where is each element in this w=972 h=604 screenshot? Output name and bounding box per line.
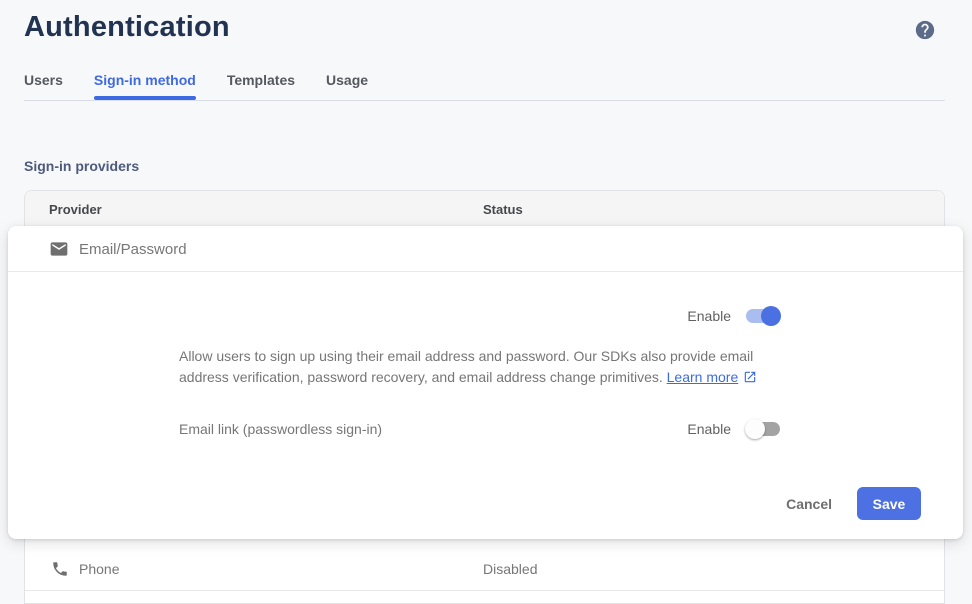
learn-more-link[interactable]: Learn more <box>667 369 739 385</box>
table-row-phone[interactable]: Phone Disabled <box>25 547 944 591</box>
help-button[interactable] <box>914 19 936 41</box>
tab-templates[interactable]: Templates <box>227 70 295 100</box>
tab-templates-label: Templates <box>227 72 295 88</box>
cancel-button[interactable]: Cancel <box>786 487 832 520</box>
phone-icon <box>51 560 69 583</box>
provider-name-phone: Phone <box>79 561 119 577</box>
tab-users-label: Users <box>24 72 63 88</box>
tabs-divider <box>24 100 945 101</box>
open-in-new-icon <box>743 369 757 390</box>
mail-icon <box>49 239 69 264</box>
email-password-enable-toggle[interactable] <box>745 306 781 326</box>
email-link-enable-toggle[interactable] <box>745 419 781 439</box>
help-icon <box>914 19 936 41</box>
providers-table-header: Provider Status <box>25 191 944 227</box>
panel-footer: Cancel Save <box>786 487 921 520</box>
tab-usage-label: Usage <box>326 72 368 88</box>
email-link-enable-group: Enable <box>687 419 781 439</box>
sign-in-providers-heading: Sign-in providers <box>24 158 139 174</box>
column-header-provider: Provider <box>49 202 102 217</box>
column-header-status: Status <box>483 202 523 217</box>
email-password-panel: Email/Password Enable Allow users to sig… <box>8 226 963 539</box>
page-title: Authentication <box>24 11 230 44</box>
provider-status-phone: Disabled <box>483 561 537 577</box>
panel-provider-row: Email/Password <box>8 226 963 272</box>
tab-sign-in-method[interactable]: Sign-in method <box>94 70 196 100</box>
tab-bar: Users Sign-in method Templates Usage <box>24 70 368 100</box>
email-link-row: Email link (passwordless sign-in) Enable <box>179 417 781 441</box>
panel-provider-label: Email/Password <box>79 241 187 258</box>
toggle-thumb <box>745 419 765 439</box>
email-link-enable-label: Enable <box>687 421 731 437</box>
email-password-description: Allow users to sign up using their email… <box>179 346 771 390</box>
email-password-enable-row: Enable <box>687 305 781 327</box>
email-link-label: Email link (passwordless sign-in) <box>179 421 382 437</box>
enable-label: Enable <box>687 308 731 324</box>
tab-usage[interactable]: Usage <box>326 70 368 100</box>
toggle-thumb <box>761 306 781 326</box>
tab-sign-in-method-label: Sign-in method <box>94 72 196 88</box>
tab-users[interactable]: Users <box>24 70 63 100</box>
authentication-page: { "page": { "title": "Authentication" },… <box>0 0 972 603</box>
save-button[interactable]: Save <box>857 487 921 520</box>
